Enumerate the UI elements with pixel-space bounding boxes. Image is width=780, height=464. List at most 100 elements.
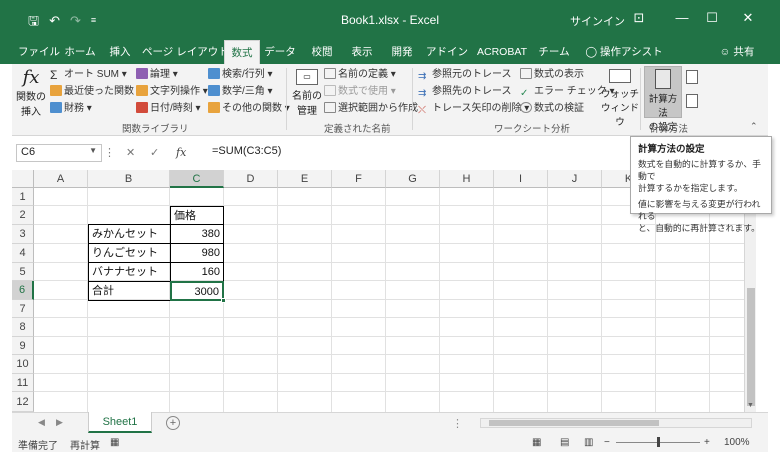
tab-home[interactable]: ホーム	[60, 40, 100, 64]
zoom-slider-thumb[interactable]	[657, 437, 660, 447]
create-from-selection-button[interactable]: 選択範囲から作成	[324, 102, 418, 115]
share-button[interactable]: ☺ 共有	[714, 40, 760, 64]
column-header-b[interactable]: B	[88, 170, 170, 188]
row-header-2[interactable]: 2	[12, 206, 34, 225]
cell-b3[interactable]: みかんセット	[88, 224, 171, 244]
horizontal-scrollbar[interactable]	[480, 418, 752, 428]
column-header-c[interactable]: C	[170, 170, 224, 188]
tab-data[interactable]: データ	[262, 40, 298, 64]
column-header-a[interactable]: A	[34, 170, 88, 188]
column-header-e[interactable]: E	[278, 170, 332, 188]
tab-developer[interactable]: 開発	[386, 40, 418, 64]
evaluate-formula-button[interactable]: 数式の検証	[520, 102, 584, 115]
horizontal-scroll-thumb[interactable]	[489, 420, 659, 426]
row-header-11[interactable]: 11	[12, 374, 34, 392]
tab-page-layout[interactable]: ページ レイアウト	[142, 40, 229, 64]
ribbon-display-options-button[interactable]: ⊡	[627, 10, 651, 26]
use-in-formula-button[interactable]: 数式で使用 ▾	[324, 85, 396, 98]
select-all-button[interactable]	[12, 170, 34, 188]
recently-used-button[interactable]: 最近使った関数 ▾	[50, 85, 142, 98]
name-box[interactable]: C6 ▼	[16, 144, 102, 162]
collapse-ribbon-icon[interactable]: ⌃	[750, 121, 758, 132]
macro-record-icon[interactable]: ▦	[110, 437, 119, 448]
chevron-down-icon[interactable]: ▼	[89, 146, 97, 155]
math-trig-button[interactable]: 数学/三角 ▾	[208, 85, 273, 98]
maximize-button[interactable]: ☐	[700, 10, 724, 26]
cell-c2[interactable]: 価格	[170, 206, 224, 225]
row-header-1[interactable]: 1	[12, 188, 34, 206]
row-header-9[interactable]: 9	[12, 337, 34, 355]
tab-addins[interactable]: アドイン	[426, 40, 468, 64]
calculate-sheet-icon[interactable]	[686, 94, 698, 108]
page-layout-view-icon[interactable]: ▤	[560, 437, 569, 448]
column-header-j[interactable]: J	[548, 170, 602, 188]
row-header-10[interactable]: 10	[12, 355, 34, 374]
zoom-out-icon[interactable]: −	[604, 437, 610, 448]
tab-review[interactable]: 校閲	[306, 40, 338, 64]
tab-acrobat[interactable]: ACROBAT	[474, 40, 530, 64]
cell-c5[interactable]: 160	[170, 262, 224, 282]
financial-button[interactable]: 財務 ▾	[50, 102, 92, 115]
scroll-down-icon[interactable]: ▼	[747, 402, 754, 409]
column-header-i[interactable]: I	[494, 170, 548, 188]
insert-function-button[interactable]: fx 関数の 挿入	[16, 68, 46, 119]
fill-handle[interactable]	[221, 298, 226, 303]
watch-window-button[interactable]: ウォッチ ウィンドウ	[600, 68, 640, 128]
cell-b6[interactable]: 合計	[88, 281, 171, 301]
normal-view-icon[interactable]: ▦	[532, 437, 541, 448]
next-sheet-icon[interactable]: ▶	[56, 417, 63, 428]
remove-arrows-button[interactable]: ⤬ トレース矢印の削除 ▾	[418, 102, 529, 116]
more-functions-button[interactable]: その他の関数 ▾	[208, 102, 290, 115]
close-button[interactable]: ✕	[736, 10, 760, 26]
calculate-now-icon[interactable]	[686, 70, 698, 84]
row-header-12[interactable]: 12	[12, 392, 34, 412]
text-button[interactable]: 文字列操作 ▾	[136, 85, 208, 98]
insert-function-icon[interactable]: fx	[176, 146, 186, 159]
row-header-4[interactable]: 4	[12, 244, 34, 263]
add-sheet-icon[interactable]: +	[166, 416, 180, 430]
cell-c6[interactable]: 3000	[170, 281, 224, 301]
cell-c3[interactable]: 380	[170, 224, 224, 244]
cell-b5[interactable]: バナナセット	[88, 262, 171, 282]
page-break-view-icon[interactable]: ▥	[584, 437, 593, 448]
trace-precedents-button[interactable]: ⇉ 参照元のトレース	[418, 68, 512, 82]
zoom-in-icon[interactable]: +	[704, 437, 710, 448]
minimize-button[interactable]: —	[670, 10, 694, 25]
watch-window-label-1: ウォッチ	[600, 89, 639, 100]
sheet-tab-sheet1[interactable]: Sheet1	[88, 412, 152, 433]
tab-formulas[interactable]: 数式	[224, 40, 260, 64]
logical-button[interactable]: 論理 ▾	[136, 68, 178, 81]
autosum-button[interactable]: Σ オート SUM ▾	[50, 68, 127, 81]
row-header-3[interactable]: 3	[12, 225, 34, 244]
tab-file[interactable]: ファイル	[18, 40, 60, 64]
date-time-button[interactable]: 日付/時刻 ▾	[136, 102, 201, 115]
cancel-icon[interactable]: ✕	[126, 146, 135, 159]
column-header-h[interactable]: H	[440, 170, 494, 188]
lookup-button[interactable]: 検索/行列 ▾	[208, 68, 273, 81]
name-manager-button[interactable]: ▭ 名前の 管理	[290, 68, 324, 117]
tell-me-box[interactable]: ◯ 操作アシスト	[584, 40, 664, 64]
row-header-6[interactable]: 6	[12, 281, 34, 300]
tab-insert[interactable]: 挿入	[104, 40, 136, 64]
column-header-f[interactable]: F	[332, 170, 386, 188]
define-name-button[interactable]: 名前の定義 ▾	[324, 68, 396, 81]
calculation-options-button[interactable]: 計算方法 の設定	[644, 66, 682, 133]
cell-b4[interactable]: りんごセット	[88, 243, 171, 263]
column-header-g[interactable]: G	[386, 170, 440, 188]
row-header-7[interactable]: 7	[12, 300, 34, 318]
column-header-d[interactable]: D	[224, 170, 278, 188]
tab-view[interactable]: 表示	[346, 40, 378, 64]
row-header-5[interactable]: 5	[12, 263, 34, 281]
zoom-level[interactable]: 100%	[724, 437, 750, 448]
prev-sheet-icon[interactable]: ◀	[38, 417, 45, 428]
show-formulas-button[interactable]: 数式の表示	[520, 68, 584, 81]
vertical-scroll-thumb[interactable]	[747, 288, 755, 406]
formula-input[interactable]: =SUM(C3:C5)	[208, 144, 628, 162]
row-header-8[interactable]: 8	[12, 318, 34, 337]
enter-icon[interactable]: ✓	[150, 146, 159, 159]
trace-dependents-button[interactable]: ⇉ 参照先のトレース	[418, 85, 512, 99]
tab-split-grip-icon[interactable]: ⋮	[452, 417, 463, 430]
tab-team[interactable]: チーム	[538, 40, 570, 64]
cell-c4[interactable]: 980	[170, 243, 224, 263]
sign-in-link[interactable]: サインイン	[570, 13, 625, 29]
